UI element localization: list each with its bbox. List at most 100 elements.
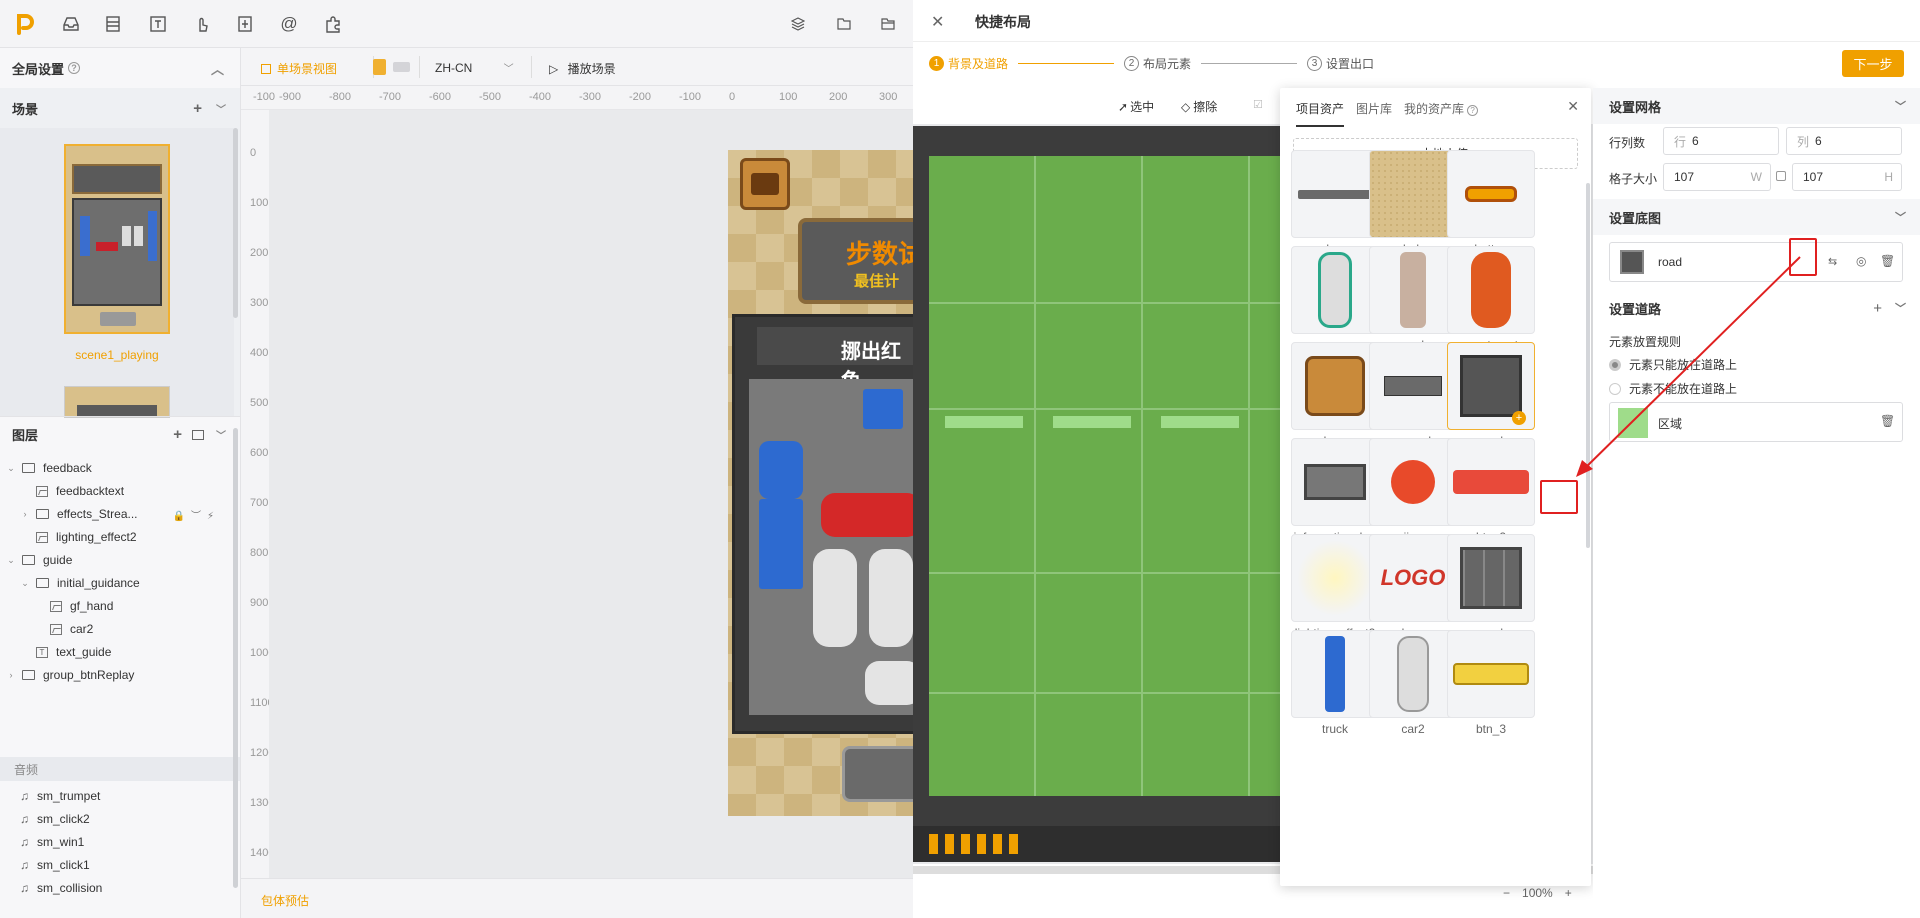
scene-scrollbar[interactable] xyxy=(233,128,238,318)
ruler-tick-label: 0 xyxy=(729,91,736,103)
asset-card[interactable]: LOGO xyxy=(1369,534,1457,622)
add-asset-icon[interactable]: + xyxy=(1512,411,1526,425)
folder-icon[interactable] xyxy=(832,12,856,36)
stack-icon[interactable] xyxy=(786,12,810,36)
view-mode-button[interactable]: 单场景视图 xyxy=(261,60,337,77)
replace-icon[interactable]: ⇆ xyxy=(1828,255,1837,268)
step-2[interactable]: 2 布局元素 xyxy=(1124,55,1191,72)
height-input[interactable]: 107 H xyxy=(1792,163,1902,191)
help-icon[interactable]: ? xyxy=(1467,105,1479,116)
divider xyxy=(531,56,532,78)
layer-row[interactable]: › group_btnReplay xyxy=(0,661,236,689)
tab-my-assets[interactable]: 我的资产库? xyxy=(1404,100,1479,127)
color-swatch-orange[interactable] xyxy=(373,59,386,75)
rows-input[interactable]: 行6 xyxy=(1663,127,1779,155)
scene-thumbnail-2[interactable] xyxy=(64,386,170,418)
road-frame[interactable] xyxy=(913,126,1280,862)
text-icon[interactable] xyxy=(146,12,170,36)
audio-item[interactable]: ♫ sm_collision xyxy=(0,874,236,902)
grid-settings-header[interactable]: 设置网格 ﹀ xyxy=(1593,88,1920,124)
help-icon[interactable]: ? xyxy=(68,62,81,74)
asset-card[interactable] xyxy=(1291,534,1379,622)
asset-card[interactable] xyxy=(1447,534,1535,622)
asset-card[interactable] xyxy=(1447,150,1535,238)
plugin-icon[interactable] xyxy=(321,12,345,36)
stripe xyxy=(961,834,970,854)
asset-card[interactable] xyxy=(1447,630,1535,718)
audio-label: sm_click1 xyxy=(37,858,90,872)
replay-button[interactable] xyxy=(842,746,913,802)
asset-card[interactable] xyxy=(1291,246,1379,334)
top-toolbar: @ xyxy=(0,0,913,48)
check-icon[interactable]: ☑ xyxy=(1253,98,1263,111)
trash-icon[interactable]: 🗑 xyxy=(1880,254,1895,268)
asset-card[interactable] xyxy=(1291,150,1379,238)
global-settings-header[interactable]: 全局设置 ? ︿ xyxy=(0,50,240,86)
inbox-icon[interactable] xyxy=(59,12,83,36)
folder-open-icon[interactable] xyxy=(876,12,900,36)
step-2-number: 2 xyxy=(1124,56,1140,71)
title-panel: 步数试 最佳计 xyxy=(798,218,913,304)
package-estimate[interactable]: 包体预估 xyxy=(261,892,309,909)
layers-scrollbar[interactable] xyxy=(233,428,238,888)
asset-card[interactable] xyxy=(1369,630,1457,718)
asset-card[interactable] xyxy=(1369,246,1457,334)
asset-card[interactable] xyxy=(1291,342,1379,430)
app-logo[interactable] xyxy=(14,12,38,36)
step-1[interactable]: 1 背景及道路 xyxy=(929,55,1008,72)
chevron-icon[interactable]: ⌄ xyxy=(6,463,16,474)
color-swatch-gray[interactable] xyxy=(393,62,410,72)
zoom-in-button[interactable]: + xyxy=(1565,886,1572,900)
add-road-icon[interactable]: + xyxy=(1873,300,1882,317)
layers-icon[interactable] xyxy=(101,12,125,36)
asset-card[interactable] xyxy=(1447,438,1535,526)
at-icon[interactable]: @ xyxy=(277,12,301,36)
close-icon[interactable]: ✕ xyxy=(1567,98,1579,115)
chevron-icon[interactable]: › xyxy=(6,670,16,680)
gesture-icon[interactable] xyxy=(190,12,214,36)
language-select[interactable]: ZH-CN ﹀ xyxy=(435,60,514,75)
chevron-down-icon[interactable]: ﹀ xyxy=(216,101,226,116)
select-tool[interactable]: ➚ 选中 xyxy=(1118,98,1154,115)
erase-tool[interactable]: ◇ 擦除 xyxy=(1181,98,1217,115)
layer-label: text_guide xyxy=(56,645,112,659)
chevron-icon[interactable]: ⌄ xyxy=(20,578,30,589)
chevron-icon[interactable]: › xyxy=(20,509,30,519)
next-step-button[interactable]: 下一步 xyxy=(1842,50,1904,77)
stripe xyxy=(945,834,954,854)
chevron-icon[interactable]: ⌄ xyxy=(6,555,16,566)
collapse-icon[interactable]: ︿ xyxy=(211,59,224,78)
chevron-down-icon[interactable]: ﹀ xyxy=(216,427,226,442)
lock-icon[interactable] xyxy=(1776,171,1786,181)
tab-project-assets[interactable]: 项目资产 xyxy=(1296,100,1345,127)
asset-card[interactable] xyxy=(1369,150,1457,238)
base-image-header[interactable]: 设置底图 ﹀ xyxy=(1593,199,1920,235)
height-unit: H xyxy=(1884,170,1893,184)
zoom-out-button[interactable]: − xyxy=(1503,886,1510,900)
asset-card[interactable] xyxy=(1291,438,1379,526)
add-folder-icon[interactable] xyxy=(192,429,204,440)
asset-card[interactable]: + xyxy=(1447,342,1535,430)
asset-card[interactable] xyxy=(1369,438,1457,526)
eye-icon[interactable]: ◎ xyxy=(1856,254,1866,268)
step-3[interactable]: 3 设置出口 xyxy=(1307,55,1374,72)
add-scene-icon[interactable]: + xyxy=(193,100,202,117)
doc-icon[interactable] xyxy=(233,12,257,36)
asset-card[interactable] xyxy=(1369,342,1457,430)
close-dialog-icon[interactable]: ✕ xyxy=(931,12,944,32)
cols-prefix: 列 xyxy=(1797,134,1810,149)
play-scene-button[interactable]: ▷ 播放场景 xyxy=(549,60,616,77)
text-icon: T xyxy=(36,646,48,658)
width-input[interactable]: 107 W xyxy=(1663,163,1771,191)
asset-card[interactable] xyxy=(1291,630,1379,718)
add-layer-icon[interactable]: + xyxy=(173,426,182,443)
game-stage[interactable]: 步数试 最佳计 挪出红色 xyxy=(728,150,913,816)
asset-card[interactable] xyxy=(1447,246,1535,334)
tab-image-library[interactable]: 图片库 xyxy=(1356,100,1392,127)
trash-icon[interactable]: 🗑 xyxy=(1880,414,1895,428)
ruler-tick-label: 300 xyxy=(250,297,269,309)
scene-thumbnail[interactable] xyxy=(64,144,170,334)
scene-card[interactable]: scene1_playing xyxy=(0,128,234,418)
audio-header: 音频 xyxy=(0,757,240,781)
cols-input[interactable]: 列6 xyxy=(1786,127,1902,155)
